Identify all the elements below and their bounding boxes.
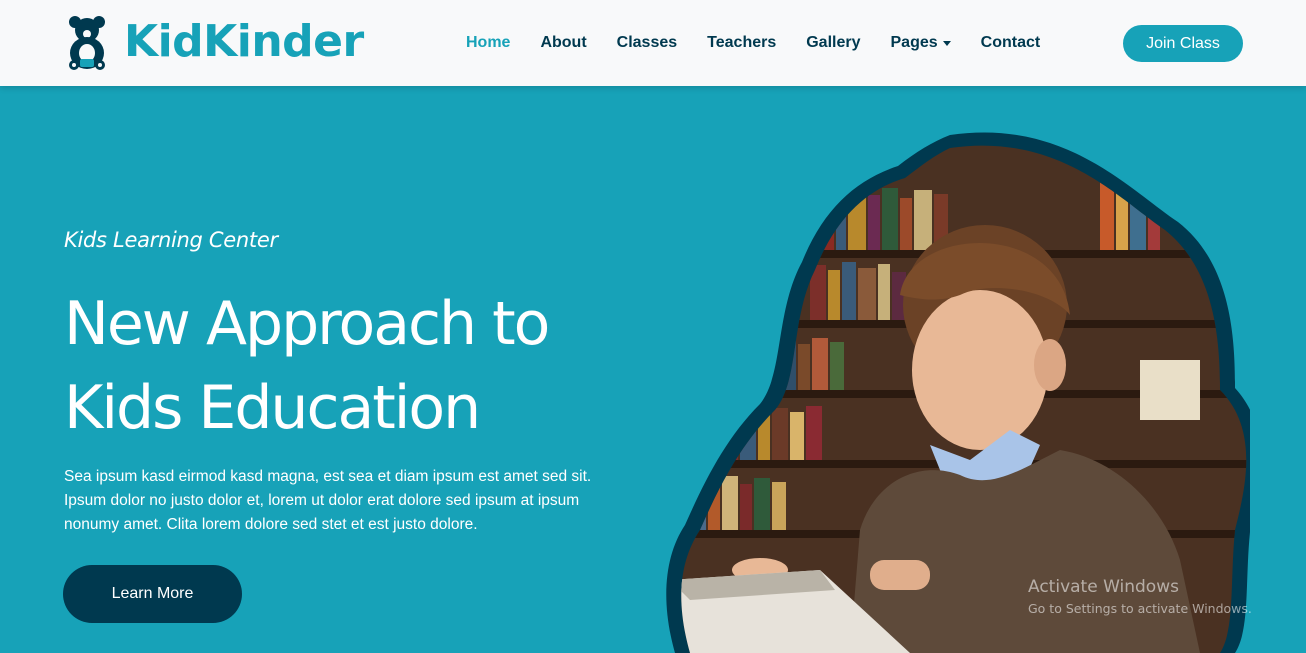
nav-pages-label: Pages [890,34,938,51]
windows-activation-watermark: Activate Windows Go to Settings to activ… [1028,576,1252,620]
nav-home[interactable]: Home [451,34,525,52]
teddy-bear-icon [69,16,105,70]
nav-teachers[interactable]: Teachers [692,34,791,52]
brand-name: KidKinder [124,16,364,67]
nav-classes[interactable]: Classes [602,34,693,52]
hero-title-line-1: New Approach to [64,289,550,359]
hero-image [666,132,1250,653]
watermark-subtitle: Go to Settings to activate Windows. [1028,601,1252,616]
main-nav: Home About Classes Teachers Gallery Page… [451,0,1055,86]
learn-more-button[interactable]: Learn More [63,565,242,623]
caret-down-icon [942,40,951,46]
watermark-title: Activate Windows [1028,577,1179,597]
nav-about[interactable]: About [525,34,601,52]
brand-logo[interactable]: KidKinder [66,12,364,72]
nav-contact[interactable]: Contact [966,34,1056,52]
join-class-button[interactable]: Join Class [1123,25,1243,62]
hero-subtitle: Kids Learning Center [64,228,278,252]
hero-title: New Approach to Kids Education [64,282,624,450]
nav-gallery[interactable]: Gallery [791,34,875,52]
nav-pages-dropdown[interactable]: Pages [876,34,966,52]
hero-description: Sea ipsum kasd eirmod kasd magna, est se… [64,468,592,533]
hero-title-line-2: Kids Education [64,373,481,443]
navbar: KidKinder Home About Classes Teachers Ga… [0,0,1306,86]
